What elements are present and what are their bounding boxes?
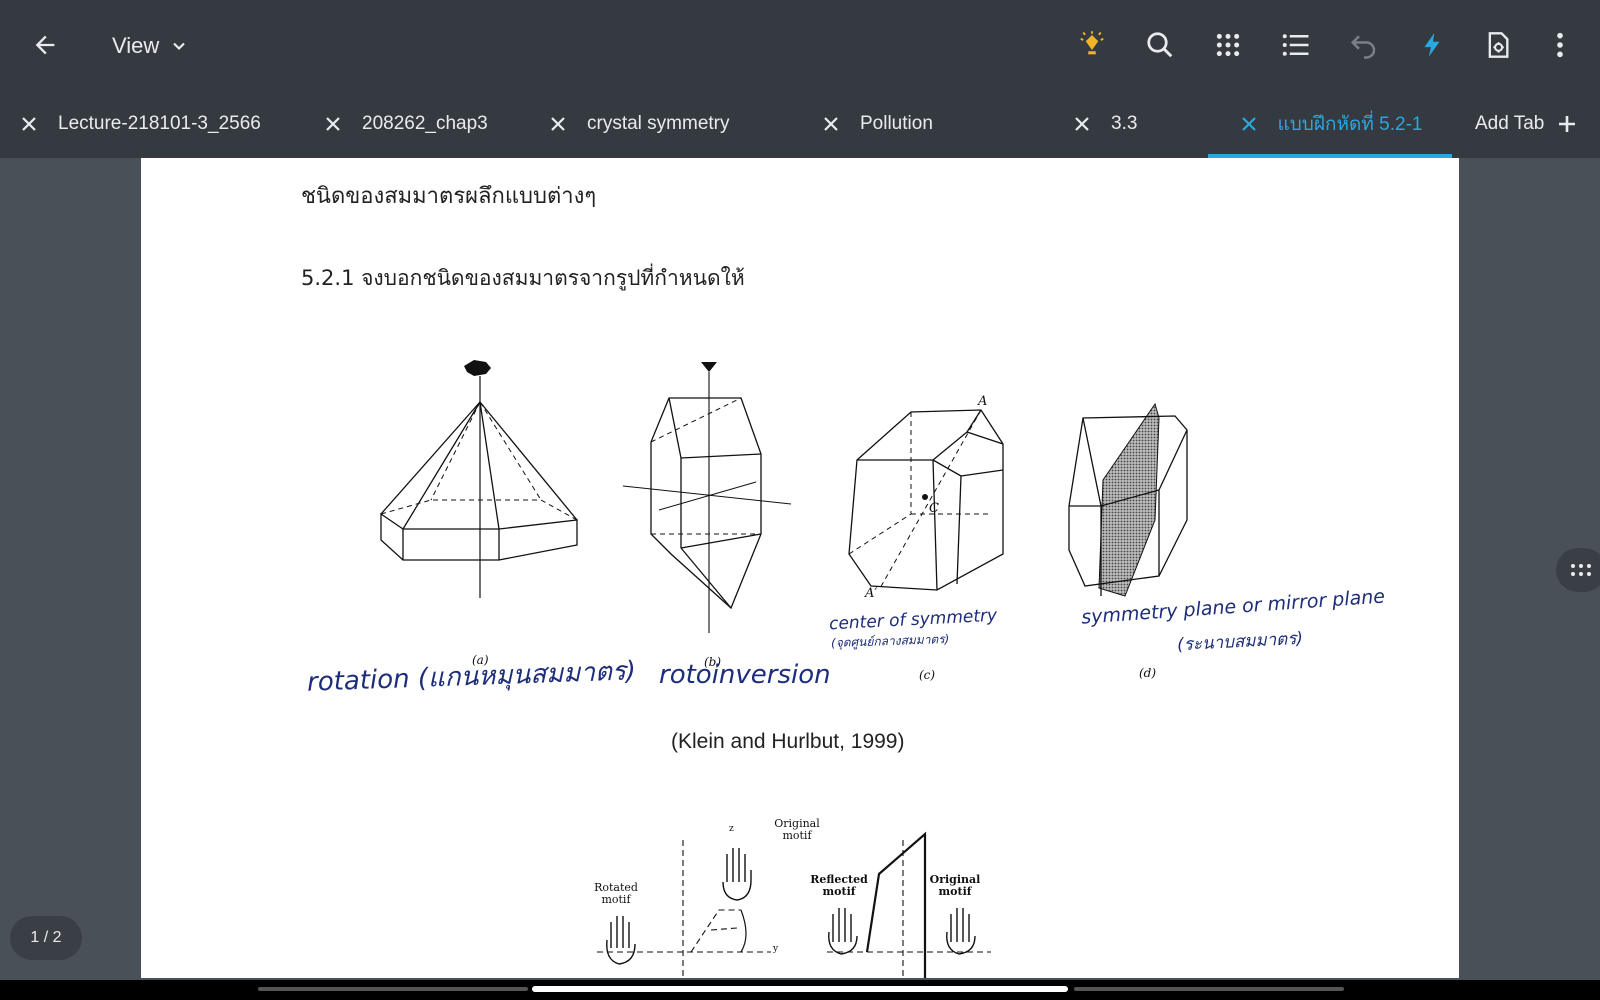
plus-icon — [1559, 116, 1576, 132]
close-icon[interactable] — [820, 113, 842, 135]
figure-motif-operations — [597, 831, 991, 978]
page-heading: ชนิดของสมมาตรผลึกแบบต่างๆ — [301, 184, 597, 209]
handwritten-center-of-symmetry: center of symmetry — [828, 605, 998, 635]
tab-bar: Lecture-218101-3_2566 208262_chap3 cryst… — [0, 90, 1600, 158]
page-indicator: 1 / 2 — [10, 916, 82, 960]
scroll-track-right — [1074, 987, 1344, 991]
tab-label: crystal symmetry — [587, 113, 730, 134]
handwritten-rotoinversion: rotoinversion — [659, 660, 831, 690]
back-arrow-icon[interactable] — [25, 25, 65, 65]
label-original-motif-2: Original motif — [929, 873, 981, 898]
figure-b-rotoinversion-crystal — [622, 362, 792, 633]
add-tab-button[interactable]: Add Tab — [1475, 90, 1576, 158]
close-icon[interactable] — [1071, 113, 1093, 135]
lightbulb-icon[interactable] — [1072, 25, 1112, 65]
tab-label: 3.3 — [1111, 113, 1138, 134]
view-menu-button[interactable]: View — [112, 30, 189, 62]
handwritten-rotation: rotation (แกนหมุนสมมาตร) — [306, 656, 637, 698]
view-label: View — [112, 33, 160, 58]
figure-a-hexagonal-pyramid — [380, 360, 578, 598]
label-original-motif: Original motif — [774, 817, 820, 842]
handwritten-mirror-plane-thai: (ระนาบสมมาตร) — [1176, 628, 1304, 656]
caption-c: (c) — [919, 668, 936, 682]
figure-c-center-of-symmetry — [848, 409, 1004, 591]
tab-lecture[interactable]: Lecture-218101-3_2566 — [18, 90, 261, 158]
axis-z-label: z — [729, 824, 734, 834]
side-panel-handle[interactable] — [1556, 548, 1600, 592]
tab-208262-chap3[interactable]: 208262_chap3 — [322, 90, 488, 158]
question-text: 5.2.1 จงบอกชนิดของสมมาตรจากรูปที่กำหนดให… — [301, 266, 745, 290]
citation: (Klein and Hurlbut, 1999) — [671, 730, 905, 753]
list-icon[interactable] — [1276, 25, 1316, 65]
grid-icon[interactable] — [1208, 25, 1248, 65]
close-icon[interactable] — [1238, 113, 1260, 135]
close-icon[interactable] — [322, 113, 344, 135]
grip-dots-icon — [1571, 564, 1591, 576]
add-tab-label: Add Tab — [1475, 113, 1545, 134]
close-icon[interactable] — [547, 113, 569, 135]
point-label-a: A — [978, 394, 988, 409]
tab-pollution[interactable]: Pollution — [820, 90, 933, 158]
top-toolbar: View — [0, 0, 1600, 90]
lightning-icon[interactable] — [1412, 25, 1452, 65]
handwritten-center-of-symmetry-thai: (จุดศูนย์กลางสมมาตร) — [830, 631, 950, 651]
undo-icon[interactable] — [1344, 25, 1384, 65]
pdf-page: ชนิดของสมมาตรผลึกแบบต่างๆ 5.2.1 จงบอกชนิ… — [141, 158, 1459, 978]
document-viewer[interactable]: ชนิดของสมมาตรผลึกแบบต่างๆ 5.2.1 จงบอกชนิ… — [0, 158, 1600, 980]
label-reflected-motif: Reflected motif — [810, 873, 868, 898]
tab-crystal-symmetry[interactable]: crystal symmetry — [547, 90, 730, 158]
tab-label: Pollution — [860, 113, 933, 134]
figure-d-mirror-plane — [1068, 402, 1188, 597]
chevron-down-icon — [173, 42, 186, 51]
point-label-a-prime: A′ — [865, 586, 878, 601]
tab-3-3[interactable]: 3.3 — [1071, 90, 1137, 158]
scroll-track-left — [258, 987, 528, 991]
tab-exercise-5-2-1[interactable]: แบบฝึกหัดที่ 5.2-1 — [1208, 90, 1452, 158]
point-label-c: C — [929, 501, 939, 516]
label-rotated-motif: Rotated motif — [594, 881, 638, 906]
search-icon[interactable] — [1140, 25, 1180, 65]
home-gesture-handle[interactable] — [532, 986, 1068, 992]
more-vertical-icon[interactable] — [1540, 25, 1580, 65]
close-icon[interactable] — [18, 113, 40, 135]
document-settings-icon[interactable] — [1478, 25, 1518, 65]
tab-label: แบบฝึกหัดที่ 5.2-1 — [1277, 114, 1423, 135]
caption-d: (d) — [1139, 666, 1157, 680]
tab-label: Lecture-218101-3_2566 — [58, 113, 261, 134]
tab-label: 208262_chap3 — [362, 113, 488, 134]
system-navigation-bar — [0, 980, 1600, 1000]
axis-y-label: y — [773, 944, 779, 954]
